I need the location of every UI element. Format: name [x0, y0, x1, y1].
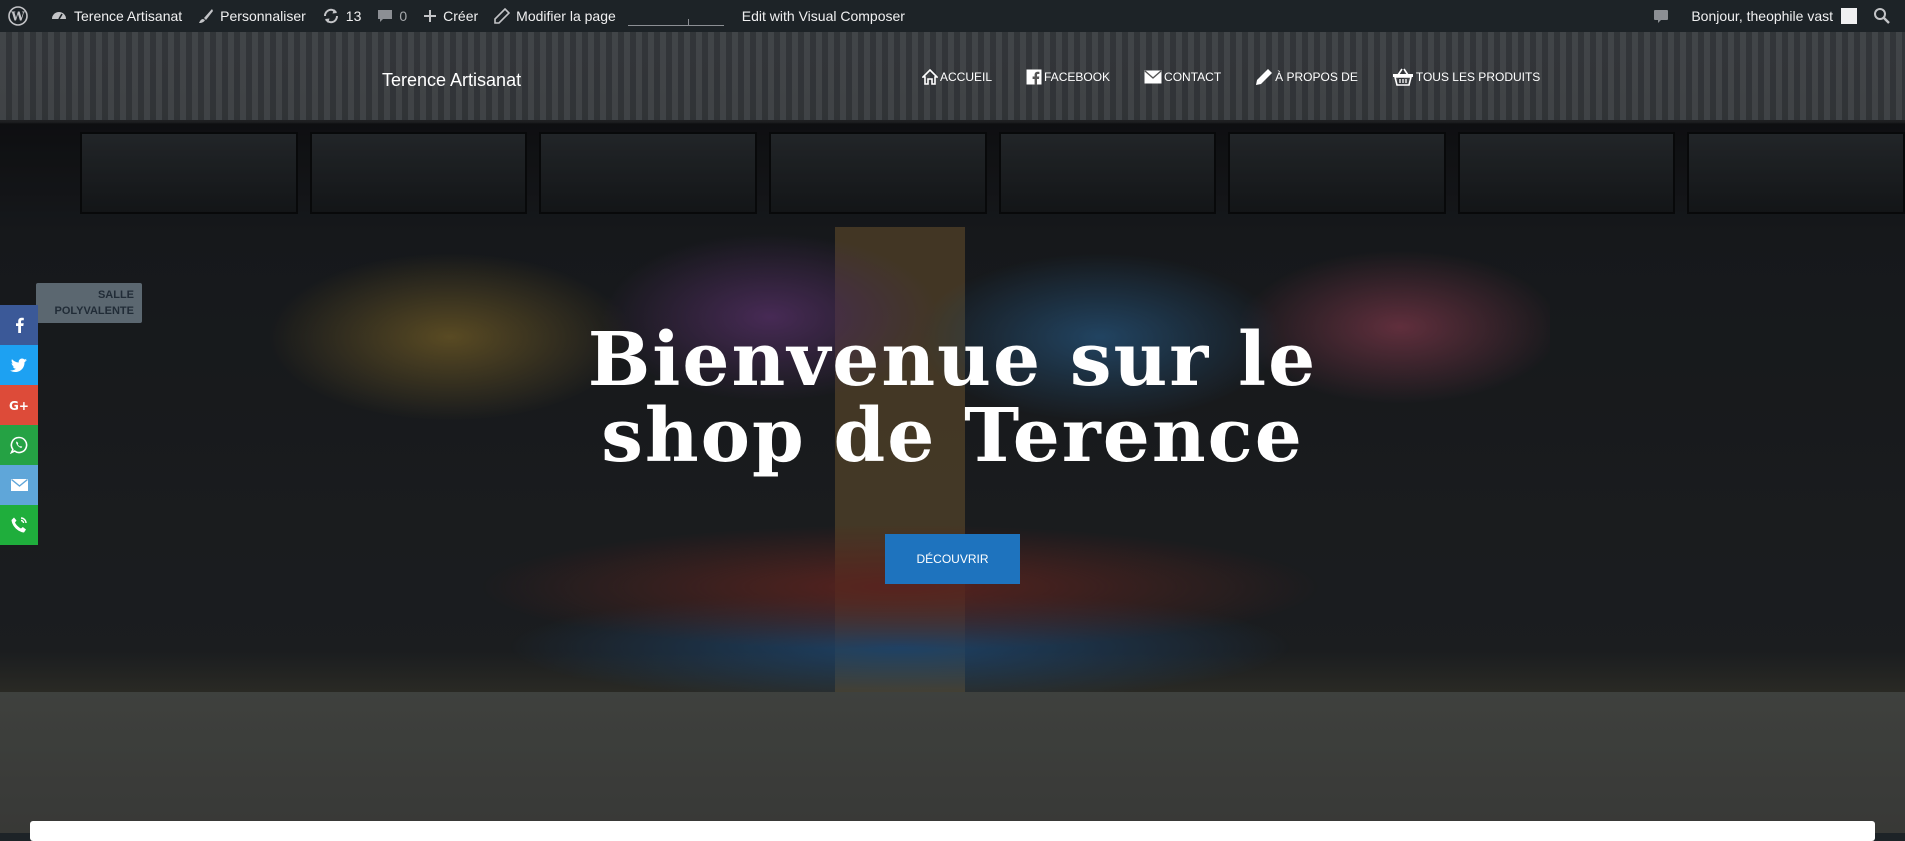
social-share-bar: G+ [0, 305, 38, 545]
nav-item-accueil[interactable]: ACCUEIL [922, 69, 992, 85]
share-twitter-button[interactable] [0, 345, 38, 385]
notification-button[interactable] [1645, 0, 1683, 32]
visual-composer-label: Edit with Visual Composer [741, 8, 905, 24]
content-card-top-edge [30, 821, 1875, 841]
svg-text:G+: G+ [9, 399, 29, 412]
wordpress-logo-button[interactable]: W [0, 0, 42, 32]
dashboard-icon [52, 12, 66, 20]
hero-title: Bienvenue sur le shop de Terence [0, 322, 1905, 474]
hero-title-line-2: shop de Terence [601, 393, 1304, 479]
facebook-icon [16, 317, 24, 333]
pencil-icon [494, 8, 511, 24]
hero-title-line-1: Bienvenue sur le [587, 317, 1318, 403]
my-account-link[interactable]: Bonjour, theophile vast [1683, 0, 1865, 32]
nav-label-a-propos: À PROPOS DE [1275, 70, 1358, 84]
home-icon [922, 69, 938, 85]
nav-label-contact: CONTACT [1164, 70, 1222, 84]
new-content-link[interactable]: Créer [415, 0, 486, 32]
new-content-label: Créer [443, 8, 479, 24]
email-icon [10, 479, 28, 491]
customize-label: Personnaliser [220, 8, 306, 24]
nav-item-a-propos[interactable]: À PROPOS DE [1255, 68, 1358, 86]
share-whatsapp-button[interactable] [0, 425, 38, 465]
main-navigation: ACCUEIL FACEBOOK CONTACT À PROPOS DE TOU… [922, 68, 1540, 86]
edit-page-link[interactable]: Modifier la page [486, 0, 624, 32]
search-icon [1874, 8, 1890, 24]
notification-icon [1654, 10, 1669, 23]
nav-item-facebook[interactable]: FACEBOOK [1026, 69, 1110, 85]
facebook-icon [1026, 69, 1042, 85]
share-phone-button[interactable] [0, 505, 38, 545]
pencil-icon [1256, 69, 1273, 85]
whatsapp-icon [10, 436, 28, 454]
greeting-label: Bonjour, theophile vast [1691, 8, 1833, 24]
comments-count: 0 [399, 8, 408, 24]
phone-icon [11, 517, 27, 533]
nav-label-accueil: ACCUEIL [940, 70, 993, 84]
refresh-icon [323, 8, 338, 24]
site-title[interactable]: Terence Artisanat [382, 70, 521, 91]
share-facebook-button[interactable] [0, 305, 38, 345]
avatar [1841, 8, 1857, 24]
share-email-button[interactable] [0, 465, 38, 505]
brush-icon [199, 9, 214, 23]
share-google-plus-button[interactable]: G+ [0, 385, 38, 425]
plus-icon [424, 10, 437, 22]
visual-composer-link[interactable]: Edit with Visual Composer [734, 0, 913, 32]
nav-label-tous-les-produits: TOUS LES PRODUITS [1415, 70, 1541, 84]
nav-label-facebook: FACEBOOK [1044, 70, 1111, 84]
nav-item-tous-les-produits[interactable]: TOUS LES PRODUITS [1392, 68, 1540, 86]
site-name-label: Terence Artisanat [74, 8, 183, 24]
nav-item-contact[interactable]: CONTACT [1144, 70, 1221, 84]
admin-bar-secondary: Bonjour, theophile vast [1645, 0, 1905, 32]
decouvrir-button[interactable]: DÉCOUVRIR [885, 534, 1020, 584]
comments-link[interactable]: 0 [369, 0, 415, 32]
comment-icon [378, 10, 393, 22]
envelope-icon [1144, 70, 1162, 84]
admin-bar: W Terence Artisanat Personnaliser 13 0 C… [0, 0, 1905, 32]
updates-count: 13 [345, 8, 362, 24]
updates-link[interactable]: 13 [314, 0, 370, 32]
twitter-icon [10, 358, 27, 372]
basket-icon [1392, 68, 1413, 86]
search-button[interactable] [1865, 0, 1905, 32]
svg-text:W: W [10, 10, 25, 24]
wordpress-icon: W [8, 6, 28, 26]
edit-page-label: Modifier la page [516, 8, 616, 24]
stats-sparkline[interactable] [627, 6, 724, 26]
google-plus-icon: G+ [9, 399, 29, 412]
customize-link[interactable]: Personnaliser [190, 0, 314, 32]
site-name-link[interactable]: Terence Artisanat [42, 0, 190, 32]
